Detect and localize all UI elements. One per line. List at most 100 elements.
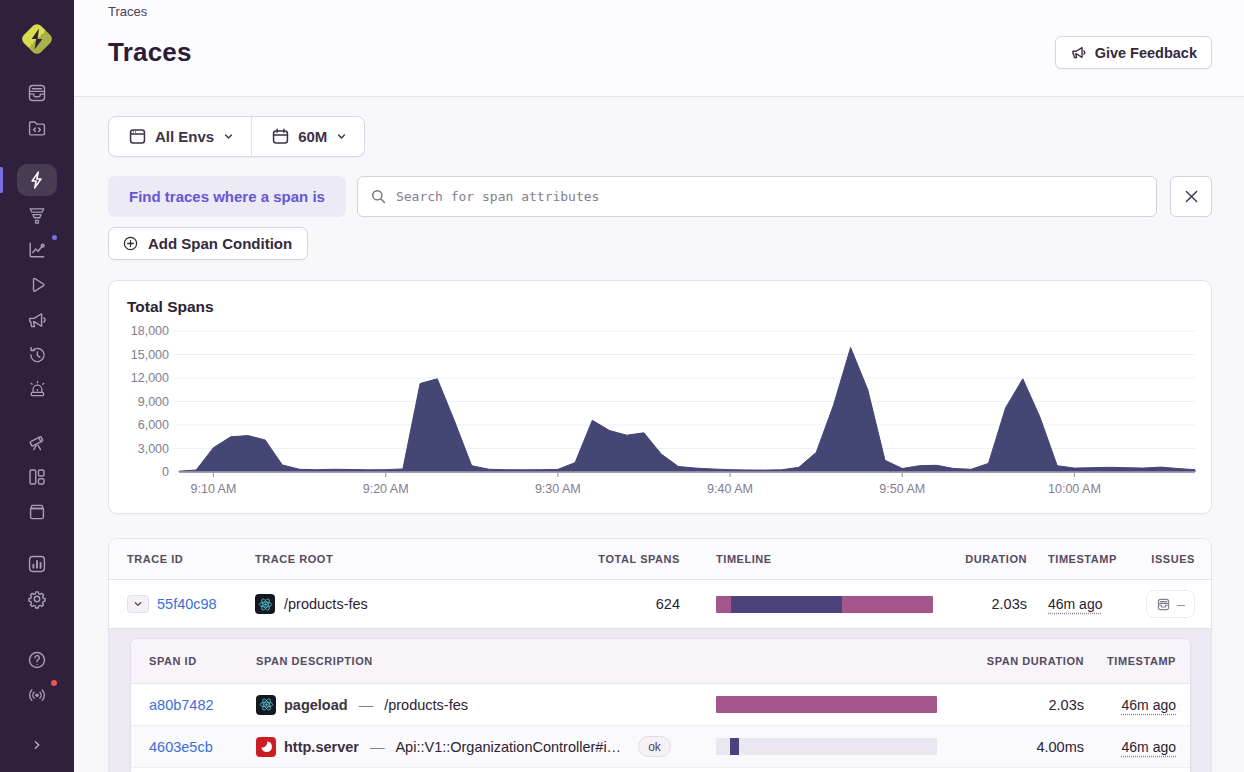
page-header: Traces Traces Give Feedback (74, 0, 1244, 97)
span-column-header-timestamp: TIMESTAMP (1084, 655, 1176, 667)
sidebar-nav (0, 75, 74, 772)
search-input[interactable] (396, 189, 1144, 204)
sidebar-item-issues[interactable] (17, 77, 57, 109)
trace-issues-cell: – (1135, 590, 1195, 618)
sidebar-item-releases[interactable] (17, 496, 57, 528)
siren-icon (26, 379, 48, 401)
environment-selector[interactable]: All Envs (109, 117, 251, 156)
add-span-condition-label: Add Span Condition (148, 235, 292, 252)
new-feature-dot (50, 233, 59, 242)
trace-issues-button[interactable]: – (1146, 590, 1195, 618)
sidebar-item-settings[interactable] (17, 583, 57, 615)
react-logo-icon (259, 697, 274, 712)
trace-timestamp[interactable]: 46m ago (1048, 596, 1102, 612)
page-title: Traces (108, 37, 192, 68)
sidebar-item-replays[interactable] (17, 269, 57, 301)
page-content: All Envs 60M (74, 97, 1244, 772)
sidebar-item-alerts[interactable] (17, 374, 57, 406)
span-row[interactable]: a80b7482 pageload — /products-fes 2.03s … (131, 684, 1190, 726)
where-span-chip: Find traces where a span is (108, 176, 346, 217)
breadcrumb[interactable]: Traces (108, 3, 1212, 20)
history-icon (26, 344, 48, 366)
span-description-cell: pageload — /products-fes (256, 695, 709, 715)
y-tick-label: 6,000 (138, 418, 169, 432)
trace-timeline-cell (680, 596, 947, 613)
broadcast-icon (26, 684, 48, 706)
give-feedback-label: Give Feedback (1095, 45, 1197, 61)
span-timestamp-cell: 46m ago (1084, 697, 1176, 713)
circle-plus-icon (122, 235, 139, 252)
span-timeline-track (716, 738, 937, 755)
active-nav-indicator (0, 167, 3, 193)
add-span-condition-button[interactable]: Add Span Condition (108, 227, 308, 260)
spans-table-header: SPAN IDSPAN DESCRIPTIONSPAN DURATIONTIME… (131, 639, 1190, 684)
span-description-cell: http.server — Api::V1::OrganizationContr… (256, 736, 709, 757)
trace-root-label: /products-fes (284, 596, 368, 612)
sidebar-item-feedback[interactable] (17, 304, 57, 336)
sidebar-item-stats[interactable] (17, 548, 57, 580)
x-tick-label: 9:50 AM (879, 482, 925, 496)
sidebar-group-1 (0, 162, 74, 407)
sidebar-footer (17, 642, 57, 712)
sidebar-item-insights[interactable] (17, 234, 57, 266)
close-icon (1183, 188, 1200, 205)
sidebar-item-whats-new[interactable] (17, 679, 57, 711)
column-header-trace-root: TRACE ROOT (255, 553, 560, 565)
projects-icon (26, 117, 48, 139)
span-op-label: http.server (284, 739, 359, 755)
span-id-link[interactable]: 4603e5cb (149, 739, 213, 755)
megaphone-icon (26, 309, 48, 331)
traces-table-header: TRACE IDTRACE ROOTTOTAL SPANSTIMELINEDUR… (109, 539, 1211, 580)
give-feedback-button[interactable]: Give Feedback (1055, 36, 1212, 69)
platform-icon-react (255, 594, 275, 614)
span-row[interactable]: 4603e5cb http.server — Api::V1::Organiza… (131, 726, 1190, 768)
separator-dash: — (356, 697, 377, 713)
area-series (179, 348, 1195, 473)
column-header-timeline: TIMELINE (680, 553, 947, 565)
sidebar-item-dashboards[interactable] (17, 461, 57, 493)
trace-id-link[interactable]: 55f40c98 (157, 596, 217, 612)
dashboards-icon (26, 466, 48, 488)
issues-icon (1156, 597, 1171, 612)
clear-search-button[interactable] (1170, 176, 1212, 217)
sidebar-group-3 (0, 546, 74, 616)
platform-icon-ruby (256, 737, 276, 757)
separator-dash: — (367, 739, 388, 755)
sidebar-collapse-button[interactable] (17, 730, 57, 760)
sidebar-item-explore[interactable] (17, 164, 57, 196)
sentry-spark-logo-icon (18, 20, 56, 58)
total-spans-area-chart[interactable]: 03,0006,0009,00012,00015,00018,0009:10 A… (109, 281, 1211, 513)
span-op-label: pageload (284, 697, 348, 713)
telescope-icon (26, 431, 48, 453)
x-tick-label: 9:20 AM (363, 482, 409, 496)
environment-label: All Envs (155, 128, 214, 145)
trace-row[interactable]: 55f40c98 /products-fes 624 2.03s 46m ago… (109, 580, 1211, 628)
traces-table: TRACE IDTRACE ROOTTOTAL SPANSTIMELINEDUR… (108, 538, 1212, 772)
sidebar-item-projects[interactable] (17, 112, 57, 144)
add-condition-row: Add Span Condition (108, 227, 1212, 260)
span-timestamp[interactable]: 46m ago (1122, 697, 1176, 713)
notification-dot (49, 678, 59, 688)
sidebar-item-history[interactable] (17, 339, 57, 371)
search-icon (370, 188, 387, 205)
y-tick-label: 15,000 (131, 348, 169, 362)
org-logo[interactable] (18, 20, 56, 58)
column-header-issues: ISSUES (1135, 553, 1195, 565)
span-timestamp-cell: 46m ago (1084, 739, 1176, 755)
date-range-selector[interactable]: 60M (252, 117, 364, 156)
date-range-label: 60M (298, 128, 327, 145)
collapse-trace-button[interactable] (127, 595, 149, 613)
span-timeline-track (716, 696, 937, 713)
sidebar-item-discover[interactable] (17, 426, 57, 458)
sidebar-group-0 (0, 75, 74, 145)
sidebar-item-help[interactable] (17, 644, 57, 676)
spans-subtable: SPAN IDSPAN DESCRIPTIONSPAN DURATIONTIME… (130, 638, 1191, 772)
span-detail-label: /products-fes (384, 697, 468, 713)
chevron-down-icon (335, 130, 348, 143)
span-timestamp[interactable]: 46m ago (1122, 739, 1176, 755)
main-area: Traces Traces Give Feedback (74, 0, 1244, 772)
span-id-link[interactable]: a80b7482 (149, 697, 214, 713)
sidebar-item-funnel[interactable] (17, 199, 57, 231)
column-header-total-spans: TOTAL SPANS (560, 553, 680, 565)
span-attribute-search[interactable] (357, 176, 1157, 217)
